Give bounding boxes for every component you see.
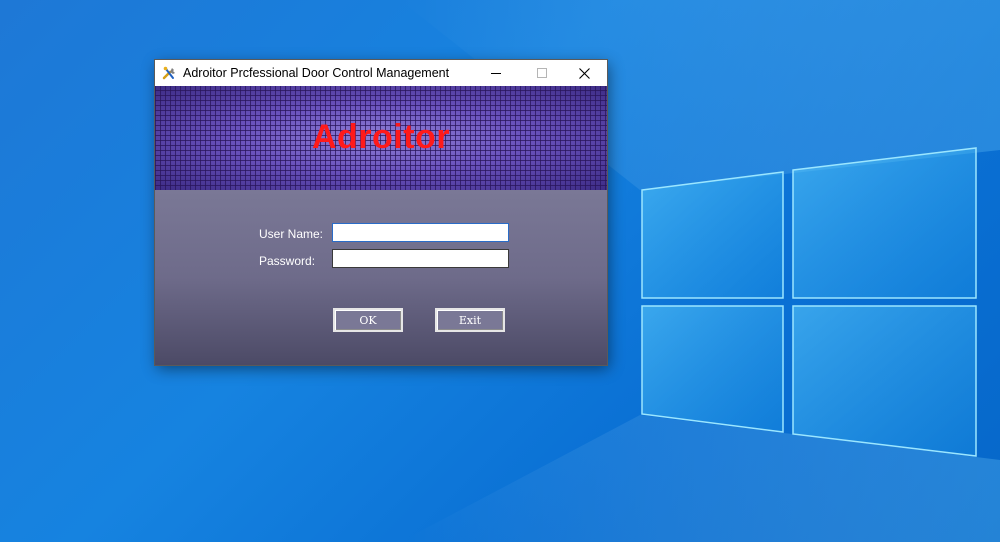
close-icon: [578, 67, 590, 79]
close-button[interactable]: [561, 60, 607, 86]
username-input[interactable]: [332, 223, 509, 242]
login-panel: User Name: Password: OK Exit: [155, 190, 607, 365]
maximize-button[interactable]: [519, 60, 565, 86]
window-title: Adroitor Prcfessional Door Control Manag…: [183, 66, 450, 80]
login-window: Adroitor Prcfessional Door Control Manag…: [155, 60, 607, 365]
ok-button[interactable]: OK: [333, 308, 403, 332]
password-input[interactable]: [332, 249, 509, 268]
title-bar[interactable]: Adroitor Prcfessional Door Control Manag…: [155, 60, 607, 86]
minimize-button[interactable]: [473, 60, 519, 86]
tools-icon: [162, 66, 175, 80]
maximize-icon: [537, 68, 547, 78]
minimize-icon: [491, 73, 501, 74]
exit-button[interactable]: Exit: [435, 308, 505, 332]
password-label: Password:: [259, 254, 316, 268]
username-label: User Name:: [259, 227, 324, 241]
desktop: Adroitor Prcfessional Door Control Manag…: [0, 0, 1000, 542]
banner-title: Adroitor: [311, 118, 451, 156]
header-banner: Adroitor: [155, 86, 607, 190]
